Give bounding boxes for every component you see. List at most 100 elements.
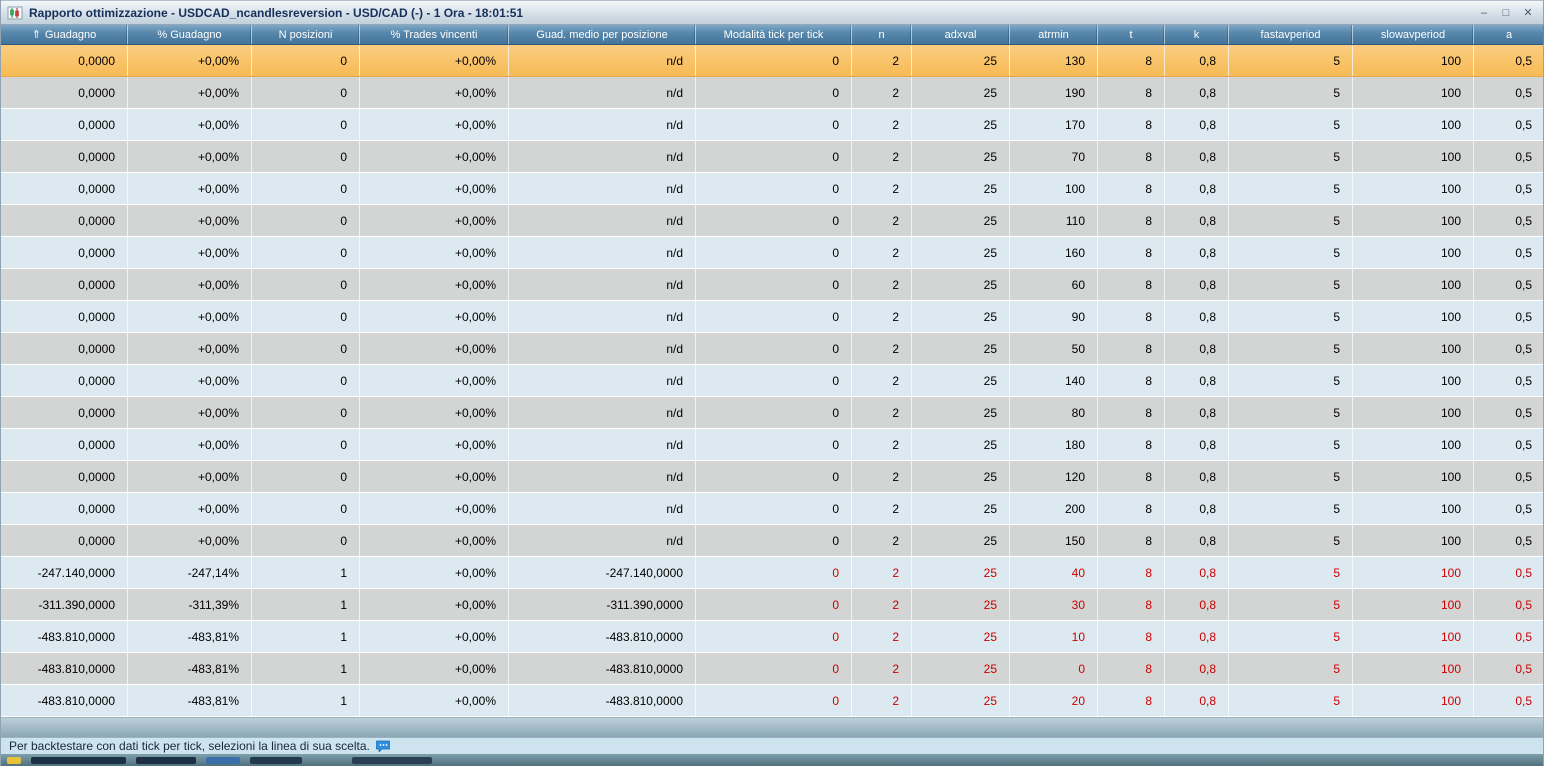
cell-fastavperiod: 5 [1229,77,1353,108]
cell-k: 0,8 [1165,685,1229,716]
table-row[interactable]: 0,0000 +0,00% 0 +0,00% n/d 0 2 25 190 8 0,8 5 100 0,5 [1,77,1543,109]
cell-n-posizioni: 0 [252,237,360,268]
column-header-n-posizioni[interactable]: N posizioni [252,25,360,44]
table-row[interactable]: 0,0000 +0,00% 0 +0,00% n/d 0 2 25 70 8 0,8 5 100 0,5 [1,141,1543,173]
cell-adxval: 25 [912,77,1010,108]
column-header-k[interactable]: k [1165,25,1229,44]
cell-guad-medio-per-posizione: n/d [509,301,696,332]
table-row[interactable]: 0,0000 +0,00% 0 +0,00% n/d 0 2 25 150 8 0,8 5 100 0,5 [1,525,1543,557]
cell-guadagno: +0,00% [128,77,252,108]
cell-guad-medio-per-posizione: n/d [509,173,696,204]
cell-k: 0,8 [1165,493,1229,524]
background-window-fragment [31,756,126,764]
cell-slowavperiod: 100 [1353,461,1474,492]
table-row[interactable]: 0,0000 +0,00% 0 +0,00% n/d 0 2 25 200 8 0,8 5 100 0,5 [1,493,1543,525]
cell-fastavperiod: 5 [1229,589,1353,620]
table-row[interactable]: -247.140,0000 -247,14% 1 +0,00% -247.140,000… [1,557,1543,589]
column-header-label: Modalità tick per tick [723,28,824,41]
background-window-fragment [136,756,196,764]
cell-slowavperiod: 100 [1353,397,1474,428]
cell-adxval: 25 [912,525,1010,556]
cell-slowavperiod: 100 [1353,141,1474,172]
column-header-label: atrmin [1038,28,1069,41]
table-row[interactable]: 0,0000 +0,00% 0 +0,00% n/d 0 2 25 120 8 0,8 5 100 0,5 [1,461,1543,493]
cell-slowavperiod: 100 [1353,429,1474,460]
cell-modalit-tick-per-tick: 0 [696,525,852,556]
cell-guadagno: -483,81% [128,653,252,684]
cell-n: 2 [852,621,912,652]
cell-a: 0,5 [1474,237,1544,268]
cell-k: 0,8 [1165,77,1229,108]
cell-n-posizioni: 0 [252,525,360,556]
minimize-button[interactable]: – [1475,5,1493,21]
cell-guad-medio-per-posizione: -483.810,0000 [509,653,696,684]
cell-guadagno: 0,0000 [1,397,128,428]
column-header-a[interactable]: a [1474,25,1544,44]
column-header-adxval[interactable]: adxval [912,25,1010,44]
table-row[interactable]: 0,0000 +0,00% 0 +0,00% n/d 0 2 25 180 8 0,8 5 100 0,5 [1,429,1543,461]
window-controls: – □ ✕ [1475,5,1537,21]
cell-n-posizioni: 0 [252,365,360,396]
column-header-n[interactable]: n [852,25,912,44]
cell-atrmin: 70 [1010,141,1098,172]
cell-n-posizioni: 0 [252,141,360,172]
table-row[interactable]: 0,0000 +0,00% 0 +0,00% n/d 0 2 25 140 8 0,8 5 100 0,5 [1,365,1543,397]
column-header-t[interactable]: t [1098,25,1165,44]
cell-atrmin: 130 [1010,45,1098,76]
cell-k: 0,8 [1165,237,1229,268]
cell-modalit-tick-per-tick: 0 [696,237,852,268]
maximize-button[interactable]: □ [1497,5,1515,21]
cell-guad-medio-per-posizione: n/d [509,205,696,236]
table-row[interactable]: -483.810,0000 -483,81% 1 +0,00% -483.810,000… [1,621,1543,653]
table-row[interactable]: 0,0000 +0,00% 0 +0,00% n/d 0 2 25 170 8 0,8 5 100 0,5 [1,109,1543,141]
table-row[interactable]: 0,0000 +0,00% 0 +0,00% n/d 0 2 25 60 8 0,8 5 100 0,5 [1,269,1543,301]
status-bar: Per backtestare con dati tick per tick, … [1,737,1543,754]
cell-modalit-tick-per-tick: 0 [696,173,852,204]
cell-adxval: 25 [912,333,1010,364]
cell-t: 8 [1098,45,1165,76]
cell-k: 0,8 [1165,141,1229,172]
table-row[interactable]: 0,0000 +0,00% 0 +0,00% n/d 0 2 25 160 8 0,8 5 100 0,5 [1,237,1543,269]
cell-fastavperiod: 5 [1229,365,1353,396]
column-header-guadagno[interactable]: % Guadagno [128,25,252,44]
table-row[interactable]: 0,0000 +0,00% 0 +0,00% n/d 0 2 25 50 8 0,8 5 100 0,5 [1,333,1543,365]
cell-adxval: 25 [912,365,1010,396]
table-row[interactable]: -311.390,0000 -311,39% 1 +0,00% -311.390,000… [1,589,1543,621]
cell-k: 0,8 [1165,429,1229,460]
cell-guadagno: +0,00% [128,173,252,204]
cell-a: 0,5 [1474,429,1544,460]
table-row[interactable]: 0,0000 +0,00% 0 +0,00% n/d 0 2 25 80 8 0,8 5 100 0,5 [1,397,1543,429]
table-row[interactable]: 0,0000 +0,00% 0 +0,00% n/d 0 2 25 110 8 0,8 5 100 0,5 [1,205,1543,237]
cell-fastavperiod: 5 [1229,333,1353,364]
cell-modalit-tick-per-tick: 0 [696,301,852,332]
table-row[interactable]: -483.810,0000 -483,81% 1 +0,00% -483.810,000… [1,685,1543,717]
column-header-atrmin[interactable]: atrmin [1010,25,1098,44]
cell-trades-vincenti: +0,00% [360,237,509,268]
cell-fastavperiod: 5 [1229,429,1353,460]
column-header-guad-medio-per-posizione[interactable]: Guad. medio per posizione [509,25,696,44]
cell-guadagno: +0,00% [128,333,252,364]
cell-modalit-tick-per-tick: 0 [696,685,852,716]
table-row[interactable]: -483.810,0000 -483,81% 1 +0,00% -483.810,000… [1,653,1543,685]
column-header-label: Guadagno [44,28,97,41]
cell-guadagno: -247,14% [128,557,252,588]
column-header-fastavperiod[interactable]: fastavperiod [1229,25,1353,44]
column-header-trades-vincenti[interactable]: % Trades vincenti [360,25,509,44]
cell-n-posizioni: 0 [252,429,360,460]
cell-trades-vincenti: +0,00% [360,557,509,588]
cell-adxval: 25 [912,461,1010,492]
cell-n: 2 [852,173,912,204]
table-row[interactable]: 0,0000 +0,00% 0 +0,00% n/d 0 2 25 100 8 0,8 5 100 0,5 [1,173,1543,205]
column-header-modalit-tick-per-tick[interactable]: Modalità tick per tick [696,25,852,44]
cell-guadagno: +0,00% [128,397,252,428]
column-header-label: N posizioni [278,28,333,41]
cell-k: 0,8 [1165,45,1229,76]
table-row[interactable]: 0,0000 +0,00% 0 +0,00% n/d 0 2 25 90 8 0,8 5 100 0,5 [1,301,1543,333]
table-row-selected[interactable]: 0,0000 +0,00% 0 +0,00% n/d 0 2 25 130 8 0,8 5 100 0,5 [1,45,1543,77]
close-button[interactable]: ✕ [1519,5,1537,21]
column-header-guadagno[interactable]: ⇑ Guadagno [1,25,128,44]
cell-guadagno: -483,81% [128,621,252,652]
cell-a: 0,5 [1474,461,1544,492]
column-header-slowavperiod[interactable]: slowavperiod [1353,25,1474,44]
cell-guad-medio-per-posizione: n/d [509,461,696,492]
